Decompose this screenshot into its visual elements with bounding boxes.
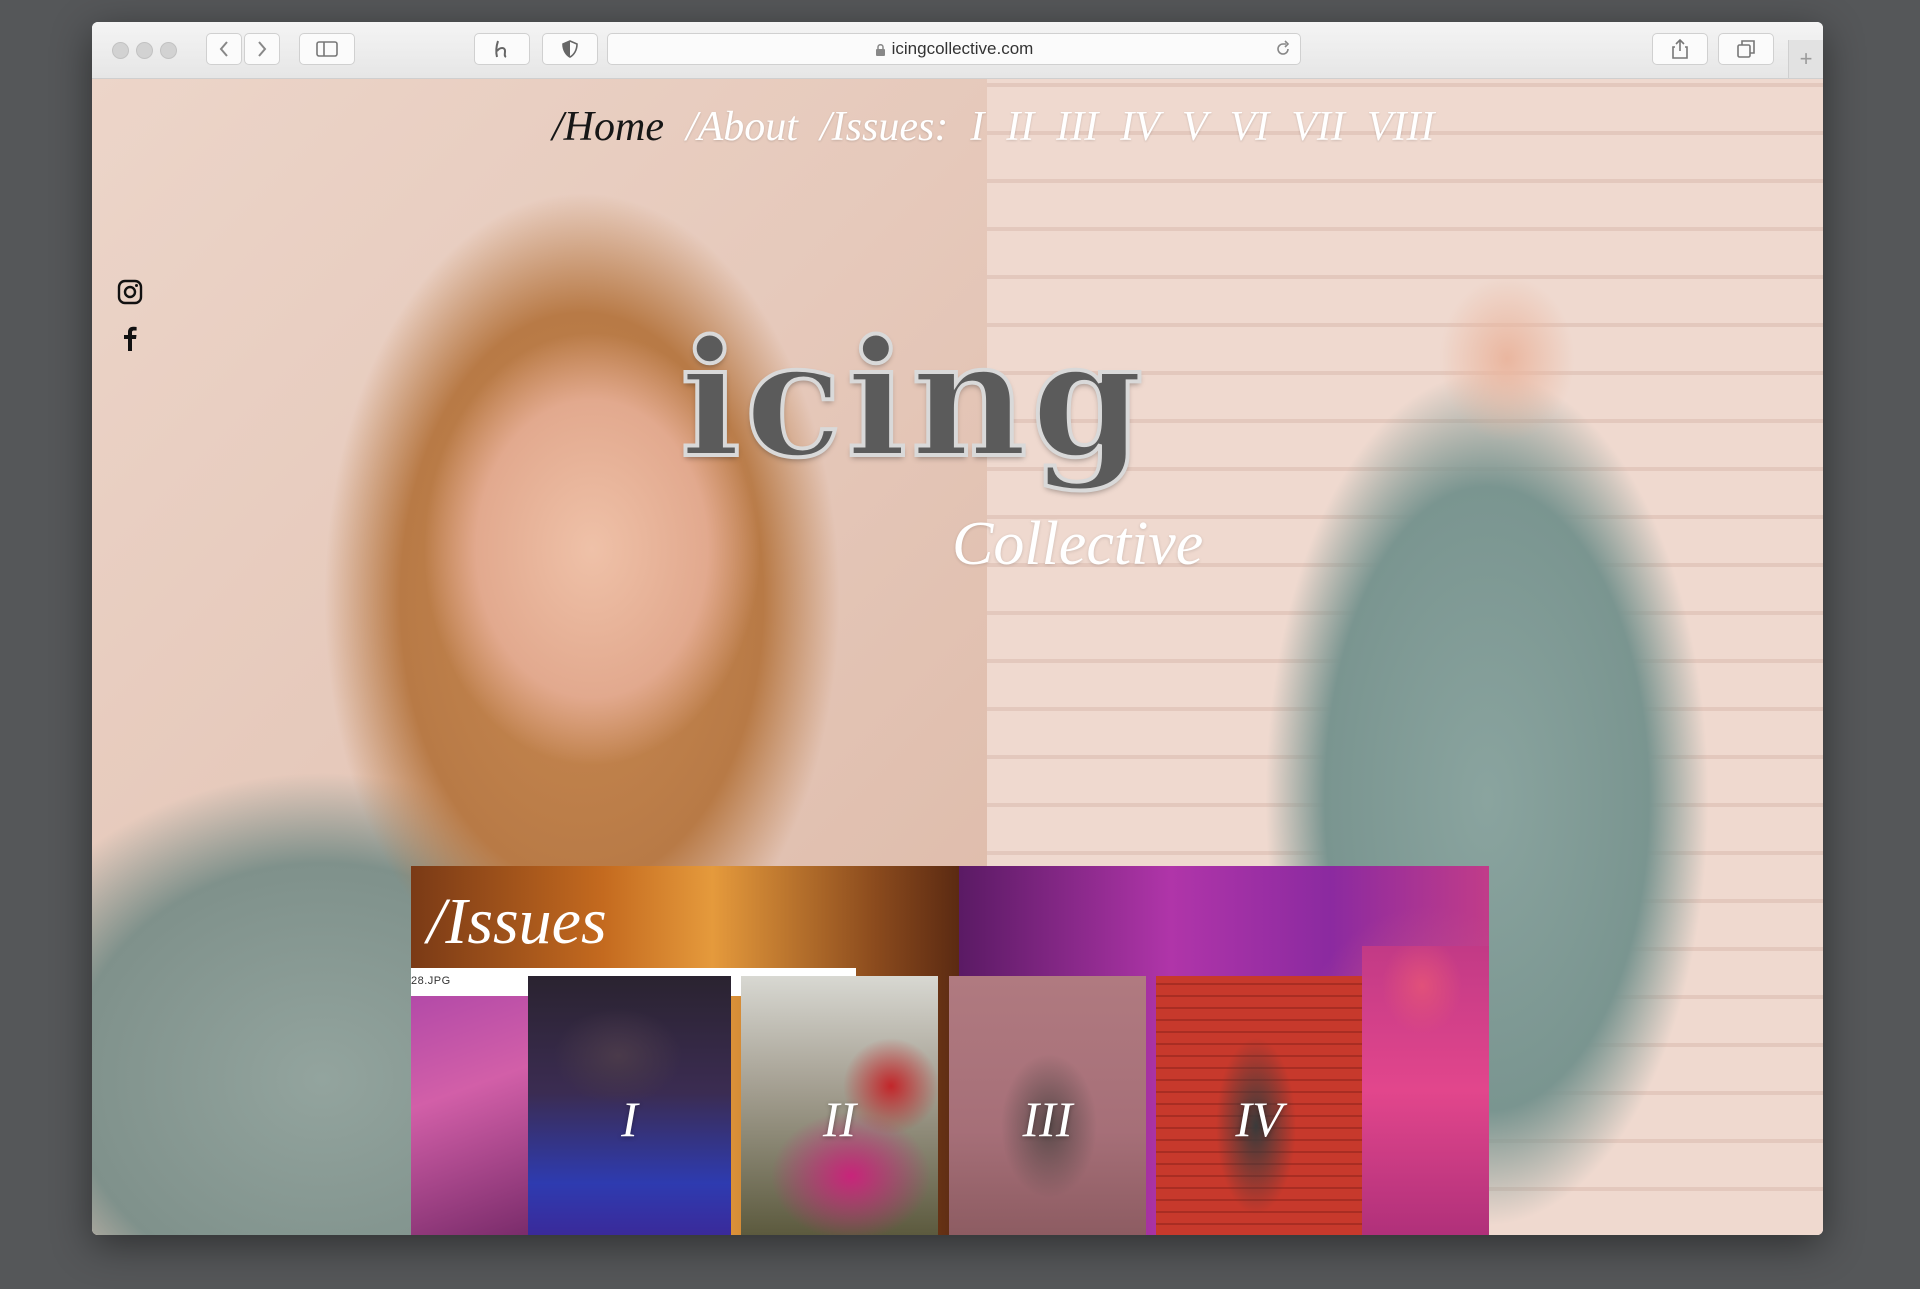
issue-tile-label: IV xyxy=(1235,1090,1283,1147)
plus-icon: + xyxy=(1799,46,1813,71)
nav-issue-link[interactable]: VII xyxy=(1291,103,1345,151)
extension-button[interactable] xyxy=(474,33,530,65)
page-content: /Home /About /Issues: I II III IV V VI V… xyxy=(92,79,1823,1235)
collective-subtitle: Collective xyxy=(952,510,1204,578)
issue-tile-label: III xyxy=(1022,1090,1073,1147)
issue-tile-label: I xyxy=(621,1090,638,1147)
chevron-right-icon xyxy=(258,41,267,57)
new-tab-button[interactable]: + xyxy=(1788,40,1823,78)
instagram-icon[interactable] xyxy=(116,278,144,306)
nav-issue-link[interactable]: II xyxy=(1006,103,1034,151)
file-label: 28.JPG xyxy=(411,975,451,987)
nav-issue-link[interactable]: VI xyxy=(1230,103,1270,151)
tabs-icon xyxy=(1737,40,1755,58)
main-nav: /Home /About /Issues: I II III IV V VI V… xyxy=(552,103,1435,163)
url-text: icingcollective.com xyxy=(891,39,1034,58)
nav-issue-link[interactable]: I xyxy=(970,103,984,151)
browser-toolbar: icingcollective.com + xyxy=(92,22,1823,79)
nav-home-link[interactable]: /Home xyxy=(552,103,664,151)
honey-extension-icon xyxy=(495,40,507,58)
tab-overview-button[interactable] xyxy=(1718,33,1774,65)
share-icon xyxy=(1672,39,1688,59)
issue-photo-extra xyxy=(411,996,528,1235)
nav-issues-label[interactable]: /Issues: xyxy=(820,103,948,151)
zoom-window-button[interactable] xyxy=(160,42,177,59)
sidebar-button[interactable] xyxy=(299,33,355,65)
issue-tile-1[interactable]: I xyxy=(528,976,731,1235)
issue-tile-4[interactable]: IV xyxy=(1156,976,1362,1235)
issue-tile-label: II xyxy=(822,1090,857,1147)
issue-tile-3[interactable]: III xyxy=(949,976,1146,1235)
close-window-button[interactable] xyxy=(112,42,129,59)
privacy-button[interactable] xyxy=(542,33,598,65)
back-button[interactable] xyxy=(206,33,242,65)
issues-section: /Issues 28.JPG I II III IV xyxy=(411,866,1489,1235)
icing-logo: icing xyxy=(678,305,1148,493)
forward-button[interactable] xyxy=(244,33,280,65)
shield-icon xyxy=(562,40,578,58)
share-button[interactable] xyxy=(1652,33,1708,65)
nav-issue-link[interactable]: IV xyxy=(1120,103,1160,151)
address-bar[interactable]: icingcollective.com xyxy=(607,33,1301,65)
lock-icon xyxy=(875,43,885,56)
nav-about-link[interactable]: /About xyxy=(686,103,798,151)
nav-issue-link[interactable]: VIII xyxy=(1367,103,1435,151)
chevron-left-icon xyxy=(219,41,228,57)
reload-icon[interactable] xyxy=(1274,40,1292,58)
facebook-icon[interactable] xyxy=(116,324,144,352)
issues-heading: /Issues xyxy=(427,885,607,958)
browser-window: icingcollective.com + /Home /About /Issu… xyxy=(92,22,1823,1235)
nav-issue-link[interactable]: V xyxy=(1182,103,1208,151)
minimize-window-button[interactable] xyxy=(136,42,153,59)
nav-issue-link[interactable]: III xyxy=(1056,103,1098,151)
sidebar-icon xyxy=(316,41,338,57)
issue-tile-2[interactable]: II xyxy=(741,976,938,1235)
issue-photo-extra xyxy=(1362,946,1489,1235)
